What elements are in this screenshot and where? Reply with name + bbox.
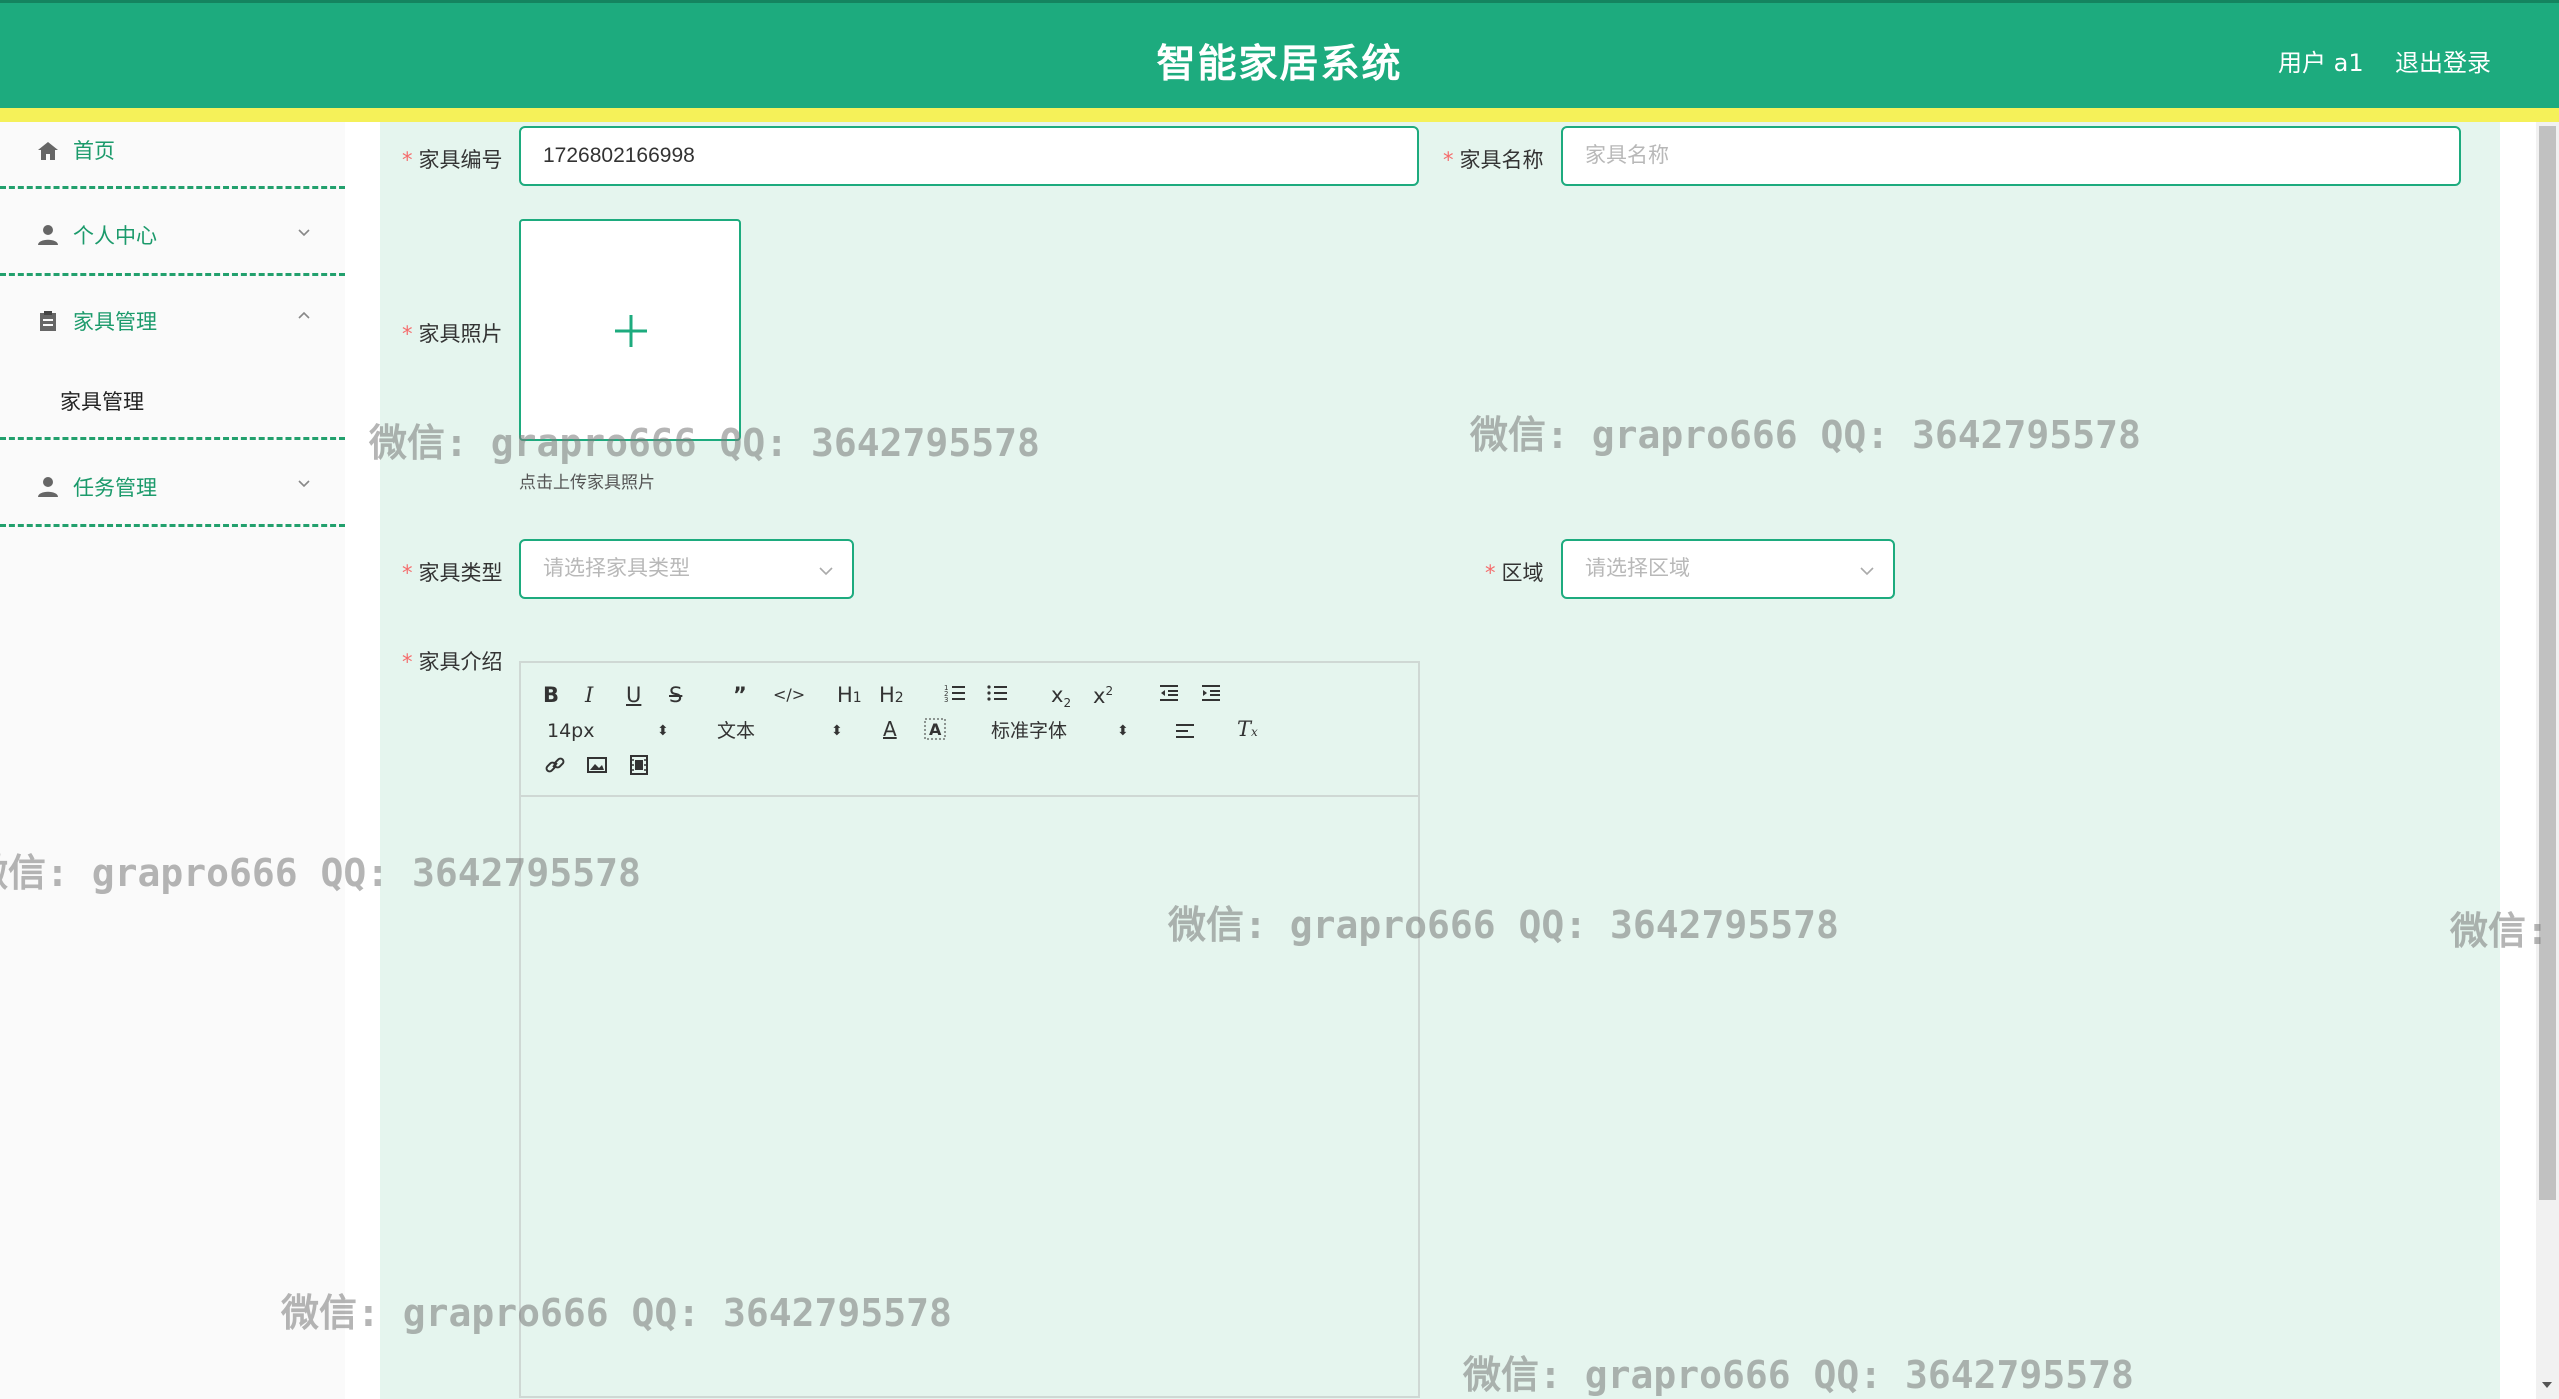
strikethrough-icon[interactable]: S bbox=[669, 681, 682, 709]
code-input[interactable]: 1726802166998 bbox=[519, 126, 1419, 186]
sidebar-item-home[interactable]: 首页 bbox=[0, 122, 345, 189]
photo-label: * 家具照片 bbox=[402, 322, 503, 346]
sort-icon: ⬍ bbox=[831, 723, 843, 739]
watermark: 微信: grapro666 QQ: 3642795578 bbox=[1168, 903, 1839, 947]
font-family-picker[interactable]: 标准字体 ⬍ bbox=[991, 717, 1131, 745]
watermark: 微信: grapro666 QQ: 3642795578 bbox=[1470, 413, 2141, 457]
sidebar: 首页 个人中心 家具管理 任务管理 家具管理 bbox=[0, 122, 345, 1399]
area-label: * 区域 bbox=[1485, 561, 1544, 585]
photo-upload-tip: 点击上传家具照片 bbox=[519, 473, 655, 493]
watermark: 微信: grapro666 QQ: 3642795578 bbox=[2450, 909, 2559, 953]
code-block-icon[interactable]: </> bbox=[773, 681, 805, 709]
sidebar-item-label: 首页 bbox=[73, 139, 115, 163]
sidebar-item-label: 任务管理 bbox=[73, 476, 157, 500]
photo-upload-button[interactable] bbox=[519, 219, 741, 441]
ordered-list-icon[interactable]: 123 bbox=[943, 681, 967, 709]
blockquote-icon[interactable]: ” bbox=[733, 681, 747, 709]
image-icon[interactable] bbox=[585, 753, 609, 781]
link-icon[interactable] bbox=[543, 753, 567, 781]
sidebar-item-profile[interactable]: 个人中心 bbox=[0, 189, 345, 276]
bullet-list-icon[interactable] bbox=[985, 681, 1009, 709]
logout-link[interactable]: 退出登录 bbox=[2395, 43, 2491, 78]
sidebar-item-label: 个人中心 bbox=[73, 224, 157, 248]
heading-1-icon[interactable]: H1 bbox=[837, 681, 862, 709]
clipboard-icon bbox=[40, 311, 56, 331]
watermark: 微信: grapro666 QQ: 3642795578 bbox=[0, 851, 641, 895]
align-icon[interactable] bbox=[1173, 719, 1197, 747]
header-picker[interactable]: 文本 ⬍ bbox=[717, 717, 845, 745]
current-user: 用户 a1 bbox=[2278, 49, 2364, 77]
home-icon bbox=[38, 142, 58, 160]
bold-icon[interactable]: B bbox=[543, 681, 559, 709]
svg-text:3: 3 bbox=[944, 696, 948, 704]
chevron-down-icon bbox=[298, 480, 310, 488]
sort-icon: ⬍ bbox=[1117, 723, 1129, 739]
user-icon bbox=[38, 477, 58, 497]
clear-format-icon[interactable]: Tx bbox=[1237, 715, 1258, 743]
editor-toolbar: B I U S ” </> H1 H2 123 x2 x2 14px ⬍ 文本 … bbox=[521, 663, 1418, 797]
chevron-down-icon bbox=[1860, 567, 1874, 576]
type-select[interactable]: 请选择家具类型 bbox=[519, 539, 854, 599]
font-size-picker[interactable]: 14px ⬍ bbox=[547, 717, 669, 745]
user-icon bbox=[38, 225, 58, 245]
app-title: 智能家居系统 bbox=[1156, 42, 1403, 87]
watermark: 微信: grapro666 QQ: 3642795578 bbox=[369, 421, 1040, 465]
top-header: 智能家居系统 用户 a1 退出登录 bbox=[0, 0, 2559, 108]
scroll-down-icon[interactable] bbox=[2540, 1378, 2554, 1392]
name-input[interactable]: 家具名称 bbox=[1561, 126, 2461, 186]
chevron-down-icon bbox=[298, 229, 310, 237]
type-label: * 家具类型 bbox=[402, 561, 503, 585]
intro-label: * 家具介绍 bbox=[402, 650, 503, 674]
sidebar-item-label: 家具管理 bbox=[73, 310, 157, 334]
video-icon[interactable] bbox=[627, 753, 651, 781]
subscript-icon[interactable]: x2 bbox=[1051, 681, 1071, 710]
watermark: 微信: grapro666 QQ: 3642795578 bbox=[1463, 1353, 2134, 1397]
chevron-up-icon bbox=[298, 311, 310, 319]
sort-icon: ⬍ bbox=[657, 723, 669, 739]
sidebar-subitem-furniture[interactable]: 家具管理 bbox=[60, 386, 144, 416]
superscript-icon[interactable]: x2 bbox=[1093, 677, 1113, 708]
watermark: 微信: grapro666 QQ: 3642795578 bbox=[281, 1291, 952, 1335]
code-label: * 家具编号 bbox=[402, 148, 503, 172]
header-stripe bbox=[0, 108, 2559, 122]
sidebar-item-tasks[interactable]: 任务管理 bbox=[0, 440, 345, 527]
area-select[interactable]: 请选择区域 bbox=[1561, 539, 1895, 599]
sidebar-item-furniture[interactable]: 家具管理 bbox=[0, 276, 345, 440]
font-color-icon[interactable]: A bbox=[883, 715, 897, 743]
scrollbar-thumb[interactable] bbox=[2539, 126, 2556, 1200]
underline-icon[interactable]: U bbox=[626, 681, 641, 709]
chevron-down-icon bbox=[819, 567, 833, 576]
outdent-icon[interactable] bbox=[1157, 681, 1181, 709]
indent-icon[interactable] bbox=[1199, 681, 1223, 709]
heading-2-icon[interactable]: H2 bbox=[879, 681, 904, 709]
italic-icon[interactable]: I bbox=[585, 681, 593, 709]
svg-text:A: A bbox=[929, 720, 942, 739]
background-color-icon[interactable]: A bbox=[923, 717, 947, 745]
name-label: * 家具名称 bbox=[1443, 148, 1544, 172]
plus-icon bbox=[615, 315, 647, 347]
